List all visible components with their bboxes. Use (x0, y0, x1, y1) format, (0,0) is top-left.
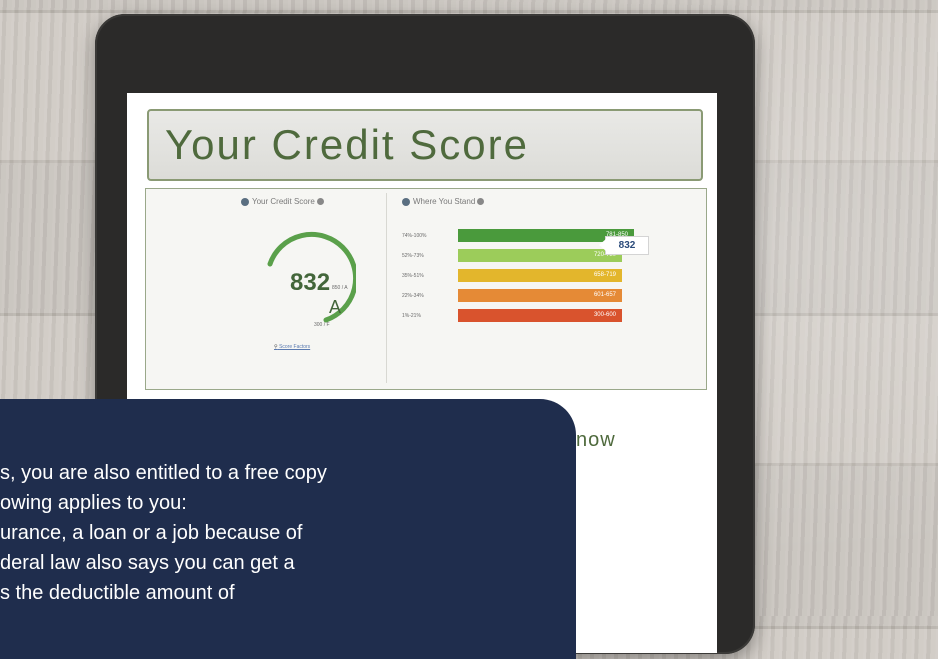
overlay-line: urance, a loan or a job because of (0, 522, 303, 544)
score-band-bar: 658-719 (458, 269, 622, 282)
info-icon[interactable] (316, 198, 324, 206)
overlay-line: deral law also says you can get a (0, 552, 295, 574)
score-factors-link[interactable]: ⚲ Score Factors (274, 344, 310, 350)
page-title: Your Credit Score (165, 121, 529, 168)
search-icon: ⚲ (274, 344, 278, 350)
gauge-max-label: 850 / A (332, 285, 348, 291)
band-percent-label: 1%-21% (402, 313, 421, 319)
band-percent-label: 35%-51% (402, 273, 424, 279)
overlay-text: s, you are also entitled to a free copy … (0, 458, 560, 608)
band-range-label: 658-719 (593, 272, 616, 278)
panel-divider (386, 193, 387, 383)
score-factors-label: Score Factors (279, 344, 311, 350)
score-band-bar: 300-600 (458, 309, 622, 322)
score-band-bar: 601-657 (458, 289, 622, 302)
info-icon[interactable] (477, 198, 485, 206)
band-percent-label: 22%-34% (402, 293, 424, 299)
gauge-min-label: 300 / F (314, 322, 330, 328)
partial-heading: now (576, 429, 616, 451)
credit-score-value: 832 (290, 269, 331, 296)
where-you-stand-header: Where You Stand (402, 197, 485, 206)
credit-score-header: Your Credit Score (241, 197, 324, 206)
title-banner: Your Credit Score (147, 109, 703, 181)
score-band-bar: 720-780 (458, 249, 622, 262)
band-percent-label: 74%-100% (402, 233, 427, 239)
gauge-icon (241, 197, 249, 206)
band-range-label: 300-600 (593, 312, 616, 318)
band-percent-label: 52%-73% (402, 253, 424, 259)
stand-icon (402, 197, 410, 206)
credit-score-heading: Your Credit Score (252, 197, 315, 206)
where-you-stand-heading: Where You Stand (413, 197, 476, 206)
overlay-line: owing applies to you: (0, 492, 187, 514)
band-range-label: 601-657 (593, 292, 616, 298)
credit-grade: A (329, 297, 342, 317)
overlay-line: s, you are also entitled to a free copy (0, 462, 327, 484)
credit-panel: Your Credit Score 832 A 850 / A 300 / F … (145, 188, 707, 390)
current-score-flag: 832 (599, 236, 649, 255)
overlay-line: s the deductible amount of (0, 582, 235, 604)
